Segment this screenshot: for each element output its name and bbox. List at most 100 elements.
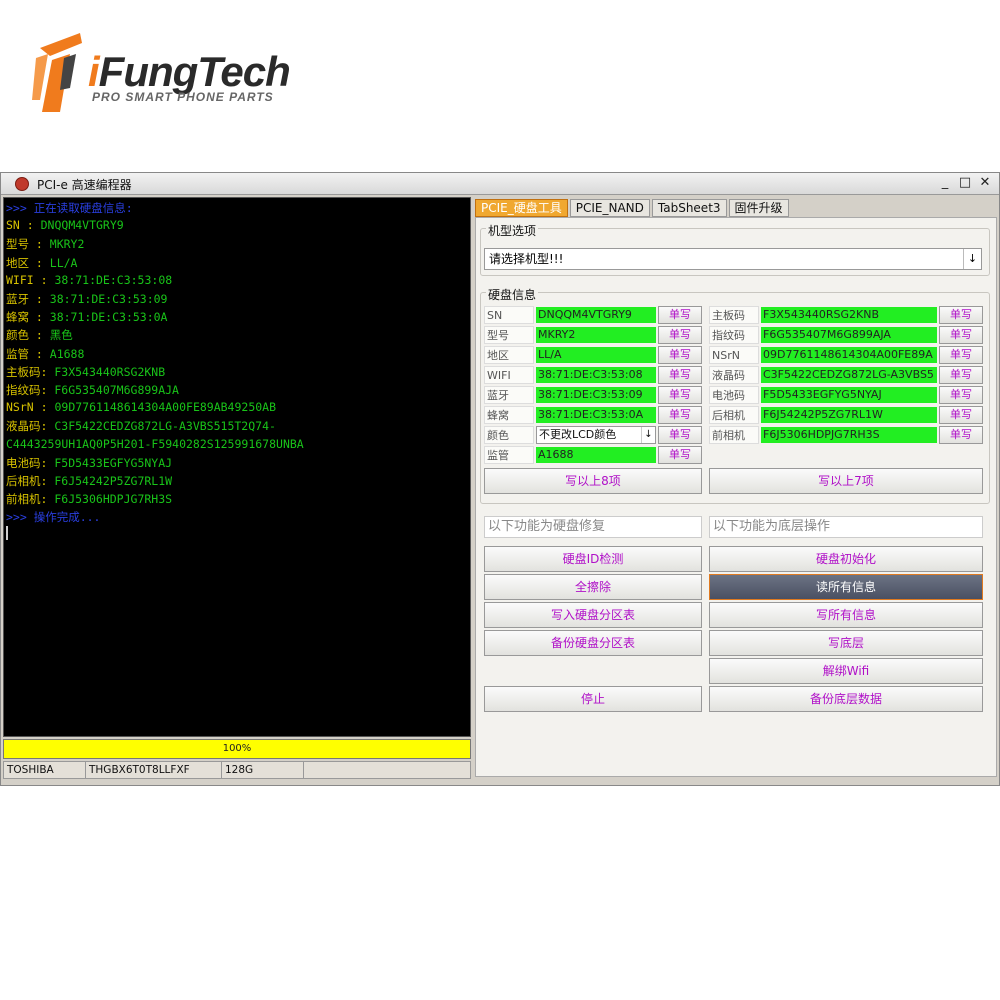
field-value-input[interactable]: F6J5306HDPJG7RH3S — [761, 427, 937, 443]
field-value-input[interactable]: F6G535407M6G899AJA — [761, 327, 937, 343]
console-field-label: WIFI : — [6, 272, 55, 287]
write-single-button[interactable]: 单写 — [658, 326, 702, 344]
field-label: 型号 — [484, 326, 534, 344]
backup-low-level-button[interactable]: 备份底层数据 — [709, 686, 983, 712]
status-bar: TOSHIBA THGBX6T0T8LLFXF 128G — [3, 761, 471, 779]
field-value-input[interactable]: F5D5433EGFYG5NYAJ — [761, 387, 937, 403]
write-single-button[interactable]: 单写 — [939, 366, 983, 384]
action-button[interactable]: 备份硬盘分区表 — [484, 630, 702, 656]
console-line: 型号 : MKRY2 — [6, 236, 84, 252]
field-label: NSrN — [709, 346, 759, 364]
write-right-7-button[interactable]: 写以上7项 — [709, 468, 983, 494]
console-field-label: 后相机: — [6, 474, 55, 488]
console-line: >>> 正在读取硬盘信息: — [6, 200, 133, 216]
field-value-input[interactable]: 38:71:DE:C3:53:08 — [536, 367, 656, 383]
console-field-value: C3F5422CEDZG872LG-A3VBS515T2Q74- — [54, 419, 276, 434]
chevron-down-icon[interactable]: ↓ — [641, 427, 655, 443]
tab-3[interactable]: 固件升级 — [728, 199, 789, 217]
action-button[interactable]: 硬盘ID检测 — [484, 546, 702, 572]
console-line: 后相机: F6J54242P5ZG7RL1W — [6, 473, 172, 489]
console-field-value: 38:71:DE:C3:53:09 — [49, 292, 168, 306]
disk-info-row: 主板码 F3X543440RSG2KNB 单写 — [709, 306, 985, 324]
write-single-button[interactable]: 单写 — [939, 306, 983, 324]
console-field-value: A1688 — [49, 346, 85, 361]
stop-button[interactable]: 停止 — [484, 686, 702, 712]
write-single-button[interactable]: 单写 — [658, 446, 702, 464]
console-output[interactable]: >>> 正在读取硬盘信息: SN : DNQQM4VTGRY9 型号 : MKR… — [3, 197, 471, 737]
field-value-input[interactable]: C3F5422CEDZG872LG-A3VBS5 — [761, 367, 937, 383]
console-field-value: F3X543440RSG2KNB — [54, 364, 166, 379]
write-single-button[interactable]: 单写 — [939, 326, 983, 344]
console-field-label: 液晶码: — [6, 419, 55, 434]
write-single-button[interactable]: 单写 — [658, 366, 702, 384]
close-button[interactable]: ✕ — [977, 175, 993, 191]
field-label: 液晶码 — [709, 366, 759, 384]
logo-mark-icon — [32, 33, 82, 112]
field-value-input[interactable]: A1688 — [536, 447, 656, 463]
console-line: NSrN : 09D7761148614304A00FE89AB49250AB — [6, 400, 276, 414]
brand-name: iFungTech — [88, 48, 291, 95]
action-button[interactable]: 解绑Wifi — [709, 658, 983, 684]
disk-info-row: 蓝牙 38:71:DE:C3:53:09 单写 — [484, 386, 704, 404]
field-value-input[interactable]: F6J54242P5ZG7RL1W — [761, 407, 937, 423]
console-field-label: NSrN : — [6, 400, 55, 415]
action-button[interactable]: 写底层 — [709, 630, 983, 656]
progress-label: 100% — [222, 743, 252, 754]
write-single-button[interactable]: 单写 — [939, 426, 983, 444]
field-label: 蜂窝 — [484, 406, 534, 424]
tab-2[interactable]: TabSheet3 — [651, 199, 727, 217]
action-button[interactable]: 全擦除 — [484, 574, 702, 600]
field-value-input[interactable]: MKRY2 — [536, 327, 656, 343]
write-single-button[interactable]: 单写 — [658, 386, 702, 404]
maximize-button[interactable]: □ — [957, 175, 973, 191]
action-button[interactable]: 硬盘初始化 — [709, 546, 983, 572]
console-field-label: 电池码: — [6, 455, 55, 470]
console-field-label: 指纹码: — [6, 383, 55, 397]
action-button[interactable]: 写入硬盘分区表 — [484, 602, 702, 628]
console-field-value: LL/A — [49, 255, 78, 270]
model-select-value: 请选择机型!!! — [489, 252, 564, 266]
model-select[interactable]: 请选择机型!!! ↓ — [484, 248, 982, 270]
field-value-input[interactable]: 38:71:DE:C3:53:0A — [536, 407, 656, 423]
console-field-label: 颜色 : — [6, 328, 50, 343]
tab-0[interactable]: PCIE_硬盘工具 — [475, 199, 568, 217]
write-single-button[interactable]: 单写 — [658, 346, 702, 364]
disk-info-row: 监管 A1688 单写 — [484, 446, 704, 464]
chevron-down-icon[interactable]: ↓ — [963, 249, 981, 269]
console-line: 蜂窝 : 38:71:DE:C3:53:0A — [6, 309, 167, 325]
write-single-button[interactable]: 单写 — [658, 306, 702, 324]
field-value-input[interactable]: F3X543440RSG2KNB — [761, 307, 937, 323]
disk-info-row: 地区 LL/A 单写 — [484, 346, 704, 364]
field-value-input[interactable]: 38:71:DE:C3:53:09 — [536, 387, 656, 403]
lcd-color-select[interactable]: 不更改LCD颜色 ↓ — [536, 426, 656, 444]
write-left-8-button[interactable]: 写以上8项 — [484, 468, 702, 494]
console-field-label: 型号 : — [6, 237, 50, 252]
field-value-input[interactable]: 09D7761148614304A00FE89A — [761, 347, 937, 363]
console-field-value: F6J5306HDPJG7RH3S — [54, 492, 173, 507]
write-single-button[interactable]: 单写 — [939, 386, 983, 404]
progress-bar: 100% — [3, 739, 471, 759]
console-field-value: 09D7761148614304A00FE89AB49250AB — [54, 400, 277, 415]
console-line: 液晶码: C3F5422CEDZG872LG-A3VBS515T2Q74- — [6, 418, 276, 434]
write-single-button[interactable]: 单写 — [658, 426, 702, 444]
field-value-input[interactable]: LL/A — [536, 347, 656, 363]
console-message: >>> 正在读取硬盘信息: — [6, 201, 133, 215]
console-field-label: 监管 : — [6, 346, 50, 361]
field-label: SN — [484, 306, 534, 324]
minimize-button[interactable]: _ — [937, 175, 953, 191]
action-button[interactable]: 写所有信息 — [709, 602, 983, 628]
disk-info-row: WIFI 38:71:DE:C3:53:08 单写 — [484, 366, 704, 384]
title-bar[interactable]: PCI-e 高速编程器 _ □ ✕ — [1, 173, 999, 195]
field-label: 地区 — [484, 346, 534, 364]
tab-1[interactable]: PCIE_NAND — [569, 199, 650, 217]
field-label: 颜色 — [484, 426, 534, 444]
write-single-button[interactable]: 单写 — [939, 346, 983, 364]
action-button[interactable]: 读所有信息 — [709, 574, 983, 600]
write-single-button[interactable]: 单写 — [658, 406, 702, 424]
console-field-value: C4443259UH1AQ0P5H201-F5940282S125991678U… — [6, 436, 304, 451]
field-value-input[interactable]: DNQQM4VTGRY9 — [536, 307, 656, 323]
console-line: 主板码: F3X543440RSG2KNB — [6, 364, 165, 380]
console-line: 指纹码: F6G535407M6G899AJA — [6, 382, 179, 398]
write-single-button[interactable]: 单写 — [939, 406, 983, 424]
console-line: 蓝牙 : 38:71:DE:C3:53:09 — [6, 291, 167, 307]
